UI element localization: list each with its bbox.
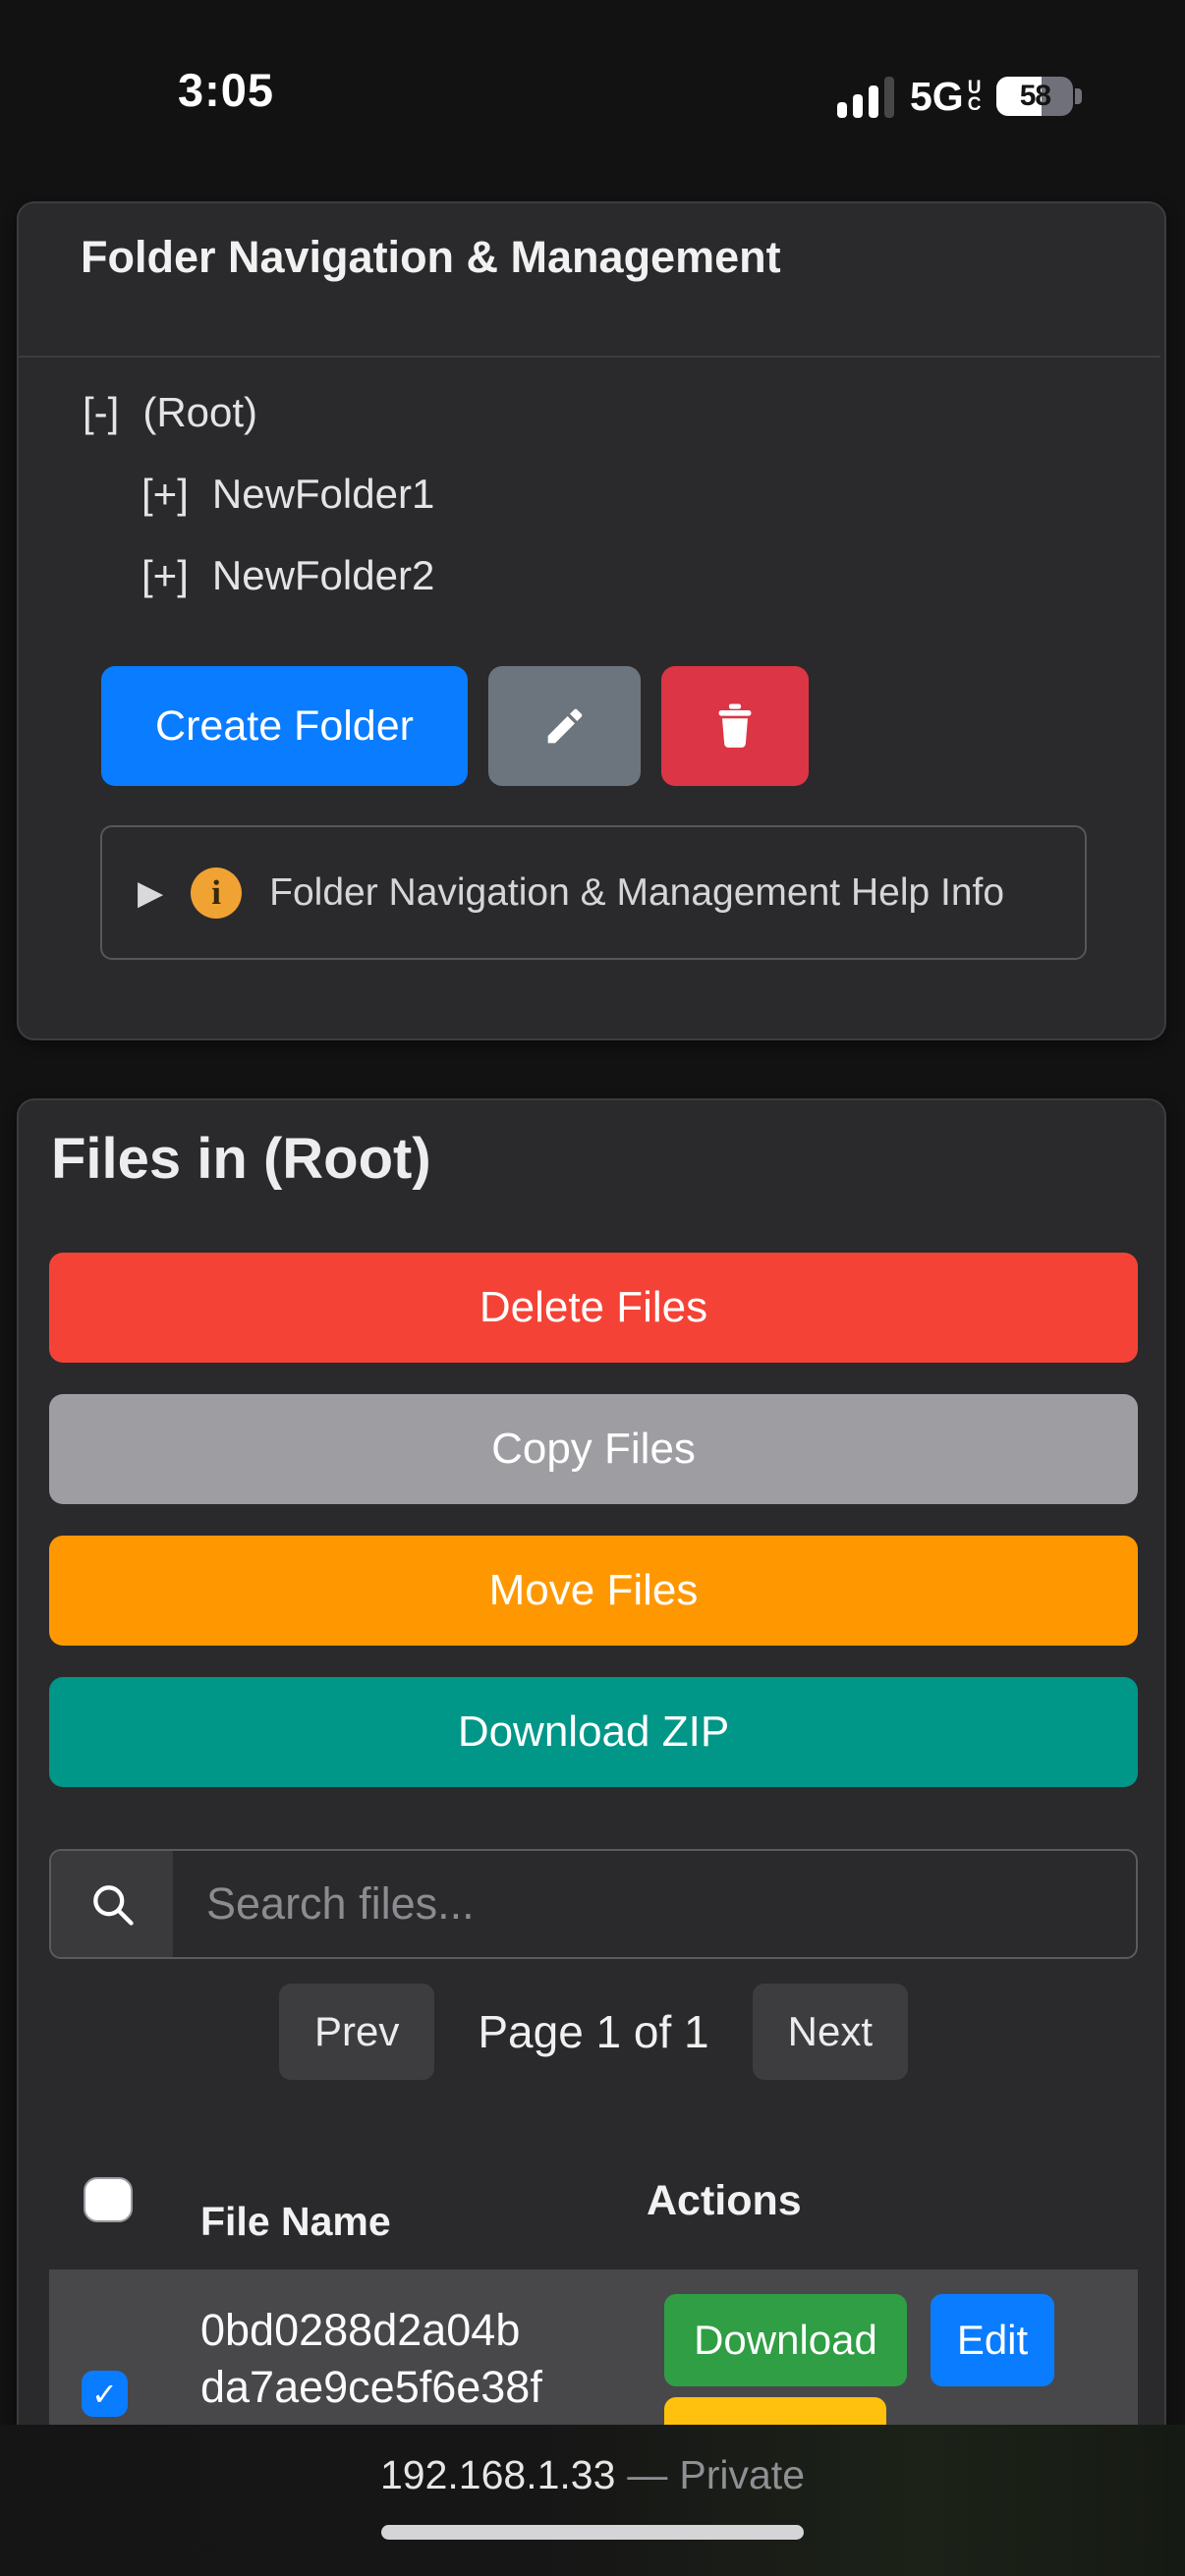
help-summary-label[interactable]: Folder Navigation & Management Help Info (269, 871, 1004, 915)
tree-toggle-expand[interactable]: [+] (141, 552, 189, 599)
files-card-title: Files in (Root) (51, 1126, 431, 1192)
delete-folder-button[interactable] (661, 666, 809, 786)
prev-page-button[interactable]: Prev (279, 1984, 434, 2080)
move-files-button[interactable]: Move Files (49, 1536, 1138, 1646)
tree-item-newfolder1[interactable]: [+] NewFolder1 (141, 471, 434, 518)
signal-strength-icon (837, 75, 894, 118)
network-type: 5G U C (910, 74, 981, 120)
phone-screen: 3:05 5G U C 58 Folder Navigation & Manag… (0, 0, 1185, 2576)
search-input[interactable] (173, 1851, 1136, 1957)
check-icon: ✓ (91, 2376, 118, 2413)
address-separator: — (627, 2452, 667, 2498)
pencil-icon (539, 700, 591, 752)
address-bar[interactable]: 192.168.1.33 — Private (0, 2452, 1185, 2498)
private-mode-label: Private (679, 2452, 805, 2498)
help-disclosure[interactable]: ▶ i Folder Navigation & Management Help … (100, 825, 1087, 960)
home-indicator[interactable] (381, 2525, 804, 2540)
trash-icon (709, 700, 761, 752)
tree-label[interactable]: NewFolder1 (212, 471, 434, 518)
battery-percent: 58 (996, 77, 1073, 116)
download-file-button[interactable]: Download (664, 2294, 907, 2386)
delete-files-button[interactable]: Delete Files (49, 1253, 1138, 1363)
select-all-checkbox[interactable] (84, 2177, 133, 2222)
pagination: Prev Page 1 of 1 Next (49, 1984, 1138, 2080)
network-uc-badge: U C (968, 80, 982, 113)
safari-bottom-bar: 192.168.1.33 — Private (0, 2425, 1185, 2576)
next-page-button[interactable]: Next (753, 1984, 908, 2080)
disclosure-triangle-icon[interactable]: ▶ (138, 873, 163, 913)
page-status: Page 1 of 1 (478, 2005, 708, 2058)
download-zip-button[interactable]: Download ZIP (49, 1677, 1138, 1787)
create-folder-button[interactable]: Create Folder (101, 666, 468, 786)
column-header-file-name: File Name (200, 2199, 391, 2245)
search-icon-addon (51, 1851, 173, 1957)
copy-files-button[interactable]: Copy Files (49, 1394, 1138, 1504)
status-icons: 5G U C 58 (837, 69, 1073, 124)
tree-label[interactable]: NewFolder2 (212, 552, 434, 599)
info-icon: i (191, 868, 242, 919)
tree-toggle-expand[interactable]: [+] (141, 471, 189, 518)
tree-item-newfolder2[interactable]: [+] NewFolder2 (141, 552, 434, 599)
tree-label[interactable]: (Root) (142, 389, 257, 436)
edit-file-button[interactable]: Edit (931, 2294, 1054, 2386)
column-header-actions: Actions (647, 2177, 802, 2225)
file-search (49, 1849, 1138, 1959)
status-time: 3:05 (138, 63, 314, 117)
network-label: 5G (910, 74, 964, 120)
rename-folder-button[interactable] (488, 666, 641, 786)
folder-card-title: Folder Navigation & Management (81, 232, 781, 283)
battery-icon: 58 (996, 77, 1073, 116)
search-icon (86, 1878, 138, 1930)
card-divider (19, 356, 1160, 358)
tree-toggle-collapse[interactable]: [-] (83, 389, 119, 436)
tree-item-root[interactable]: [-] (Root) (83, 389, 257, 436)
row-checkbox-checked[interactable]: ✓ (82, 2371, 128, 2417)
file-name-line2: da7ae9ce5f6e38f (200, 2362, 542, 2413)
battery-nub (1075, 88, 1082, 104)
address-host[interactable]: 192.168.1.33 (380, 2452, 615, 2498)
file-name-line1: 0bd0288d2a04b (200, 2305, 520, 2356)
